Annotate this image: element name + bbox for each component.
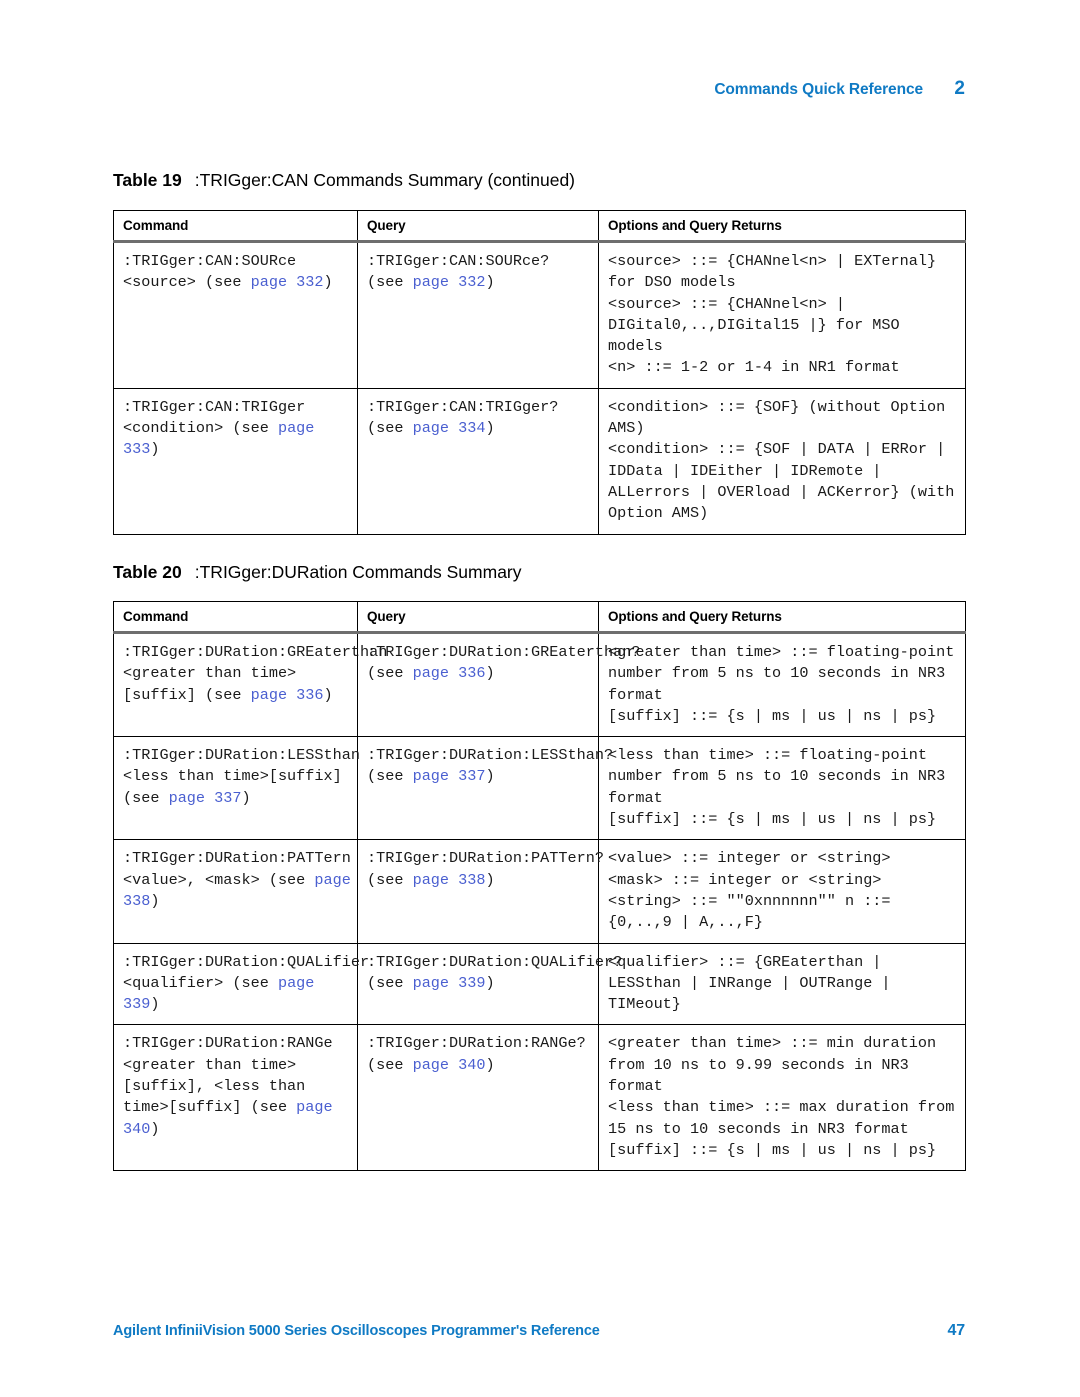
- table-row: :TRIGger:DURation:RANGe <greater than ti…: [113, 1024, 966, 1172]
- page-reference-link[interactable]: page 337: [169, 789, 242, 807]
- page-reference-link[interactable]: page 336: [413, 664, 486, 682]
- cell-query: :TRIGger:DURation:QUALifier? (see page 3…: [357, 942, 622, 1026]
- table-caption-text: :TRIGger:CAN Commands Summary (continued…: [194, 170, 575, 190]
- cell-command: :TRIGger:CAN:SOURce <source> (see page 3…: [113, 241, 358, 389]
- cell-options: <qualifier> ::= {GREaterthan | LESSthan …: [598, 942, 966, 1026]
- cell-command: :TRIGger:DURation:GREaterthan <greater t…: [113, 631, 387, 738]
- column-header-options: Options and Query Returns: [598, 601, 966, 634]
- cell-options: <greater than time> ::= min duration fro…: [598, 1024, 966, 1172]
- column-header-query: Query: [357, 210, 599, 243]
- page-reference-link[interactable]: page 338: [123, 871, 360, 910]
- page-reference-link[interactable]: page 340: [413, 1056, 486, 1074]
- page-reference-link[interactable]: page 336: [251, 686, 324, 704]
- cell-options: <less than time> ::= floating-point numb…: [598, 736, 966, 841]
- cell-command: :TRIGger:DURation:PATTern <value>, <mask…: [113, 839, 360, 944]
- header-chapter-number: 2: [954, 78, 965, 99]
- page-reference-link[interactable]: page 333: [123, 419, 324, 458]
- table-header-row: Command Query Options and Query Returns: [113, 601, 966, 634]
- running-header: Commands Quick Reference 2: [113, 78, 965, 100]
- page-reference-link[interactable]: page 338: [413, 871, 486, 889]
- table-row: :TRIGger:DURation:GREaterthan <greater t…: [113, 631, 966, 738]
- header-title: Commands Quick Reference: [714, 81, 923, 98]
- table-caption-19: Table 19 :TRIGger:CAN Commands Summary (c…: [113, 170, 575, 191]
- table-caption-text: :TRIGger:DURation Commands Summary: [194, 562, 522, 582]
- table-row: :TRIGger:DURation:PATTern <value>, <mask…: [113, 839, 966, 944]
- cell-options: <greater than time> ::= floating-point n…: [598, 631, 966, 738]
- table-caption-20: Table 20 :TRIGger:DURation Commands Summa…: [113, 562, 522, 583]
- cell-query: :TRIGger:DURation:LESSthan? (see page 33…: [357, 736, 613, 841]
- cell-command: :TRIGger:DURation:LESSthan <less than ti…: [113, 736, 360, 841]
- cell-query: :TRIGger:CAN:SOURce? (see page 332): [357, 241, 599, 389]
- table-caption-number: Table 19: [113, 170, 182, 190]
- cell-query: :TRIGger:DURation:RANGe? (see page 340): [357, 1024, 599, 1172]
- page-reference-link[interactable]: page 332: [251, 273, 324, 291]
- page-reference-link[interactable]: page 339: [123, 974, 324, 1013]
- trigger-can-commands-table: Command Query Options and Query Returns …: [113, 210, 966, 535]
- page-reference-link[interactable]: page 339: [413, 974, 486, 992]
- footer-title: Agilent InfiniiVision 5000 Series Oscill…: [113, 1323, 600, 1339]
- column-header-command: Command: [113, 210, 358, 243]
- table-row: :TRIGger:DURation:LESSthan <less than ti…: [113, 736, 966, 841]
- table-body: :TRIGger:DURation:GREaterthan <greater t…: [113, 631, 966, 1172]
- cell-query: :TRIGger:DURation:PATTern? (see page 338…: [357, 839, 604, 944]
- table-row: :TRIGger:DURation:QUALifier <qualifier> …: [113, 942, 966, 1026]
- page-reference-link[interactable]: page 334: [413, 419, 486, 437]
- column-header-options: Options and Query Returns: [598, 210, 966, 243]
- column-header-command: Command: [113, 601, 358, 634]
- table-caption-number: Table 20: [113, 562, 182, 582]
- table-row: :TRIGger:CAN:TRIGger <condition> (see pa…: [113, 387, 966, 535]
- page-reference-link[interactable]: page 337: [413, 767, 486, 785]
- cell-command: :TRIGger:DURation:RANGe <greater than ti…: [113, 1024, 358, 1172]
- page-reference-link[interactable]: page 332: [413, 273, 486, 291]
- table-row: :TRIGger:CAN:SOURce <source> (see page 3…: [113, 241, 966, 389]
- footer-page-number: 47: [947, 1322, 966, 1339]
- trigger-duration-commands-table: Command Query Options and Query Returns …: [113, 601, 966, 1172]
- page-reference-link[interactable]: page 340: [123, 1098, 342, 1137]
- running-footer: Agilent InfiniiVision 5000 Series Oscill…: [113, 1322, 965, 1340]
- cell-query: :TRIGger:DURation:GREaterthan? (see page…: [357, 631, 640, 738]
- cell-options: <condition> ::= {SOF} (without Option AM…: [598, 387, 966, 535]
- cell-options: <value> ::= integer or <string> <mask> :…: [598, 839, 966, 944]
- cell-query: :TRIGger:CAN:TRIGger? (see page 334): [357, 387, 599, 535]
- cell-command: :TRIGger:DURation:QUALifier <qualifier> …: [113, 942, 369, 1026]
- column-header-query: Query: [357, 601, 599, 634]
- table-header-row: Command Query Options and Query Returns: [113, 210, 966, 243]
- table-body: :TRIGger:CAN:SOURce <source> (see page 3…: [113, 241, 966, 535]
- cell-command: :TRIGger:CAN:TRIGger <condition> (see pa…: [113, 387, 358, 535]
- cell-options: <source> ::= {CHANnel<n> | EXTernal} for…: [598, 241, 966, 389]
- document-page: Commands Quick Reference 2 Table 19 :TRIG…: [0, 0, 1080, 1397]
